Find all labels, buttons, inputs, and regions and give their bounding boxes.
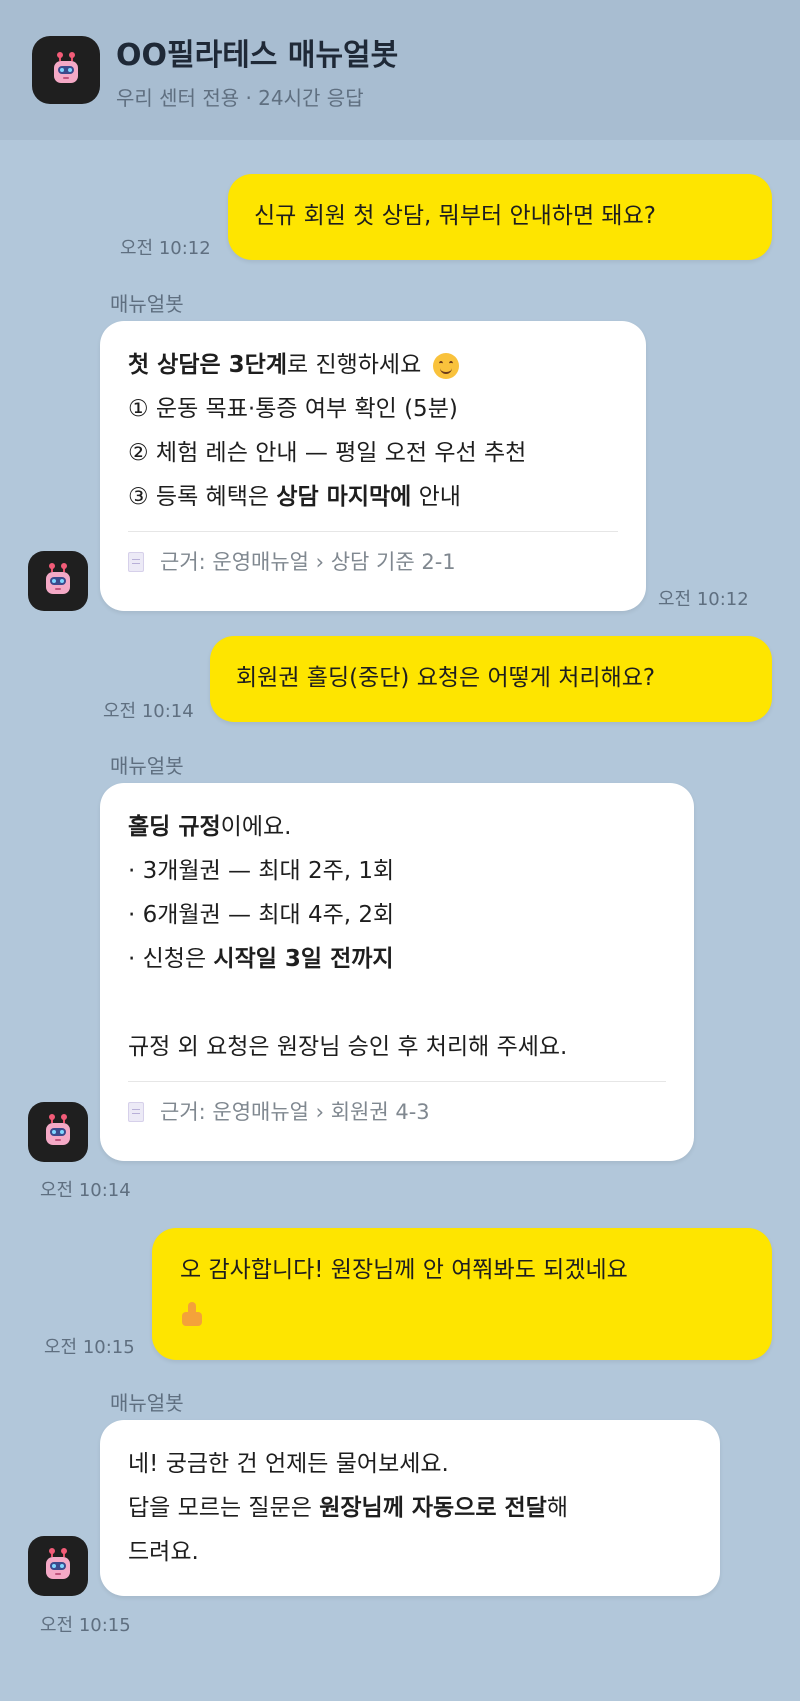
message-line: 네! 궁금한 건 언제든 물어보세요. [128,1451,449,1477]
divider [128,531,618,532]
user-message[interactable]: 오 감사합니다! 원장님께 안 여쭤봐도 되겠네요 [152,1228,772,1360]
message-text: 오 감사합니다! 원장님께 안 여쭤봐도 되겠네요 [180,1257,628,1283]
bot-avatar[interactable] [28,1536,88,1596]
divider [128,1081,666,1082]
chat-subtitle: 우리 센터 전용 · 24시간 응답 [116,86,364,110]
document-icon [128,552,144,572]
source-citation[interactable]: 근거: 운영매뉴얼 › 회원권 4-3 [128,1092,666,1132]
robot-icon [43,1548,73,1581]
robot-icon [43,1114,73,1147]
chat-title: OO필라테스 매뉴얼봇 [116,38,399,73]
bot-avatar[interactable] [28,551,88,611]
message-line: · 3개월권 — 최대 2주, 1회 [128,858,395,884]
source-citation[interactable]: 근거: 운영매뉴얼 › 상담 기준 2-1 [128,542,618,582]
message-time: 오전 10:14 [103,701,194,722]
message-line: ② 체험 레슨 안내 — 평일 오전 우선 추천 [128,440,527,466]
message-line: 답을 모르는 질문은 원장님께 자동으로 전달해 [128,1495,569,1521]
message-time: 오전 10:14 [40,1180,131,1201]
message-time: 오전 10:12 [120,238,211,259]
message-line: 규정 외 요청은 원장님 승인 후 처리해 주세요. [128,1034,568,1060]
message-line: ③ 등록 혜택은 상담 마지막에 안내 [128,484,461,510]
message-text: 회원권 홀딩(중단) 요청은 어떻게 처리해요? [236,665,656,691]
user-message[interactable]: 회원권 홀딩(중단) 요청은 어떻게 처리해요? [210,636,772,722]
thumbs-up-icon [180,1301,204,1328]
message-line: 홀딩 규정이에요. [128,814,292,840]
bot-avatar[interactable] [28,1102,88,1162]
bot-avatar[interactable] [32,36,100,104]
document-icon [128,1102,144,1122]
robot-icon [51,52,81,85]
message-time: 오전 10:15 [44,1337,135,1358]
sender-name: 매뉴얼봇 [110,1391,184,1415]
message-line: · 6개월권 — 최대 4주, 2회 [128,902,395,928]
message-time: 오전 10:12 [658,589,749,610]
message-line: 드려요. [128,1539,199,1565]
chat-header: OO필라테스 매뉴얼봇 우리 센터 전용 · 24시간 응답 [0,0,800,140]
bot-message[interactable]: 홀딩 규정이에요. · 3개월권 — 최대 2주, 1회 · 6개월권 — 최대… [100,783,694,1161]
message-line [180,1292,744,1336]
message-text: 신규 회원 첫 상담, 뭐부터 안내하면 돼요? [254,203,656,229]
message-line [128,981,666,1025]
message-line: · 신청은 시작일 3일 전까지 [128,946,394,972]
user-message[interactable]: 신규 회원 첫 상담, 뭐부터 안내하면 돼요? [228,174,772,260]
bot-message[interactable]: 첫 상담은 3단계로 진행하세요 ① 운동 목표·통증 여부 확인 (5분) ②… [100,321,646,611]
sender-name: 매뉴얼봇 [110,292,184,316]
message-line: 첫 상담은 3단계로 진행하세요 [128,343,618,387]
message-time: 오전 10:15 [40,1615,131,1636]
smiling-face-icon [433,352,460,379]
bot-message[interactable]: 네! 궁금한 건 언제든 물어보세요. 답을 모르는 질문은 원장님께 자동으로… [100,1420,720,1596]
robot-icon [43,563,73,596]
message-line: ① 운동 목표·통증 여부 확인 (5분) [128,396,458,422]
sender-name: 매뉴얼봇 [110,754,184,778]
